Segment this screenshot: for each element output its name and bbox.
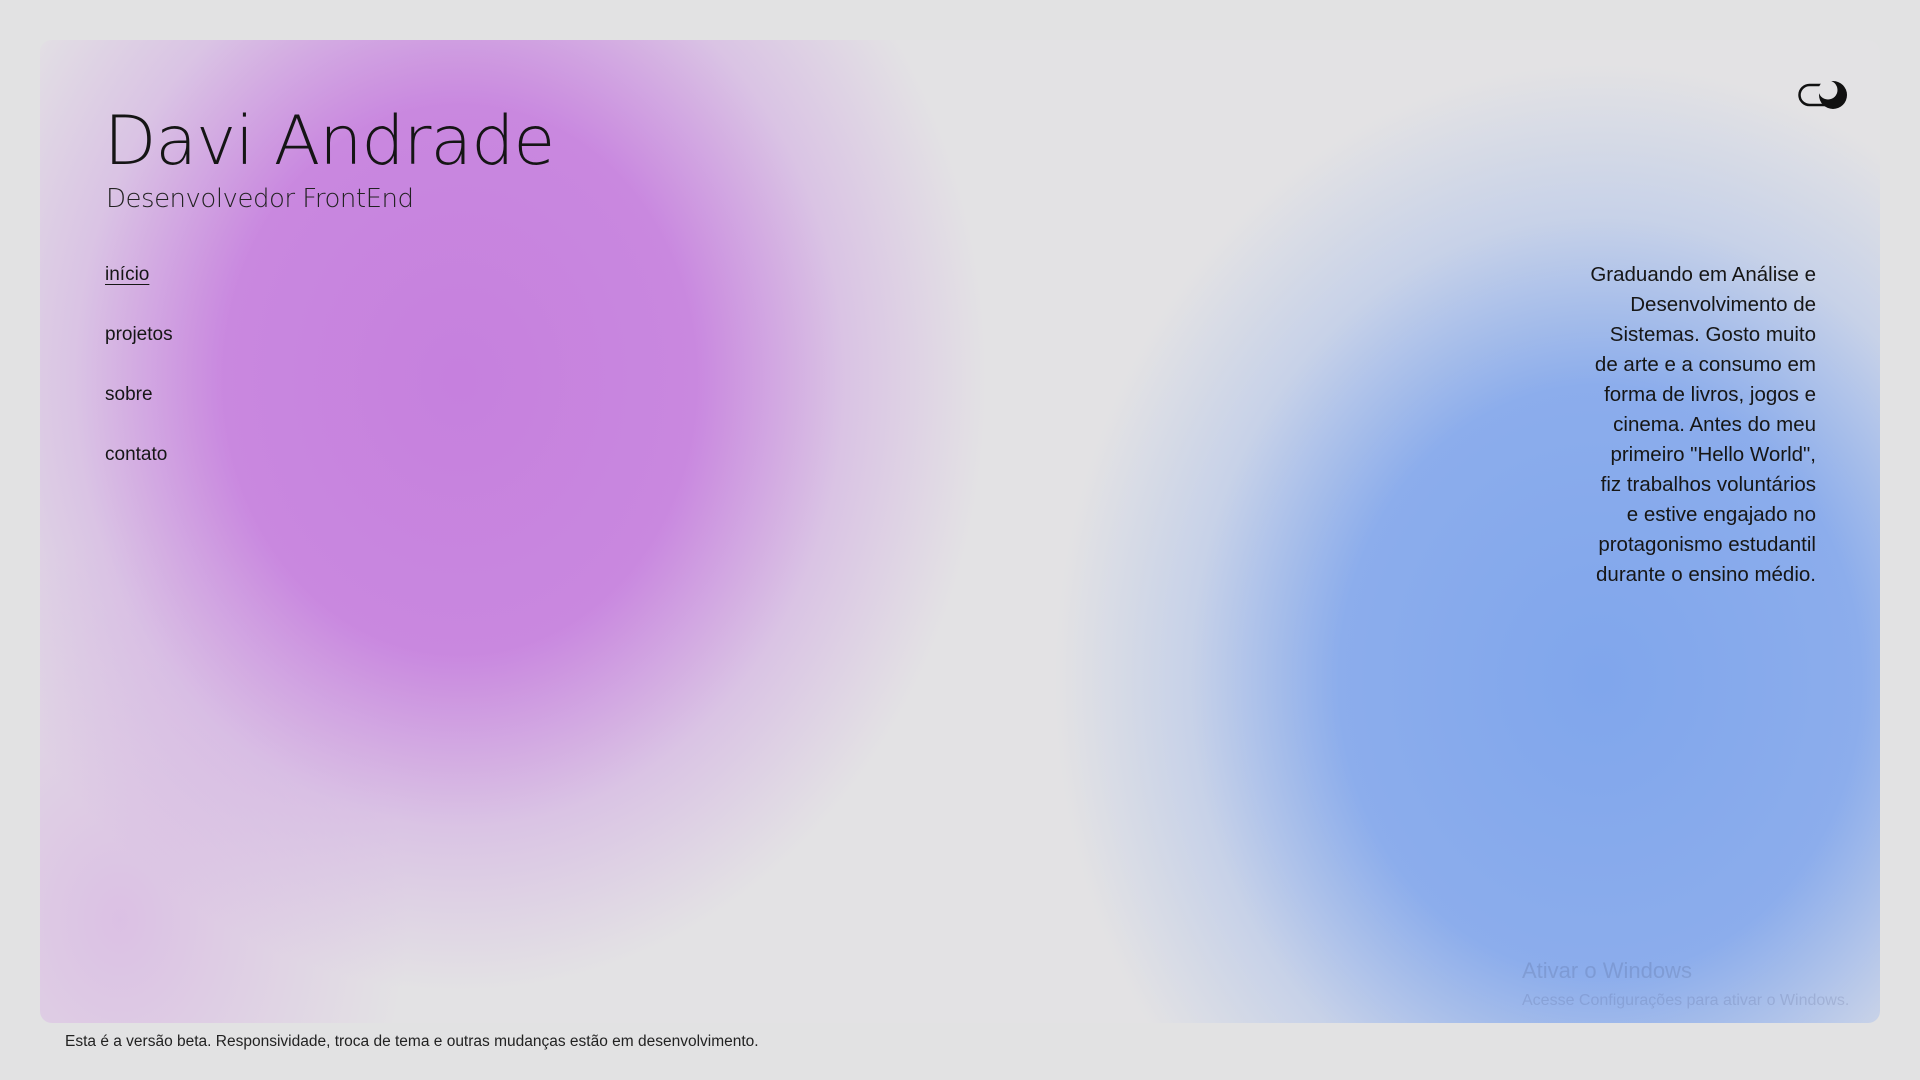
role-subtitle: Desenvolvedor FrontEnd [106, 184, 414, 214]
page-title: Davi Andrade [104, 102, 555, 181]
page: Davi Andrade Desenvolvedor FrontEnd iníc… [0, 0, 1920, 1080]
moon-toggle-icon [1798, 80, 1847, 109]
windows-activation-title: Ativar o Windows [1522, 958, 1692, 983]
nav-item-sobre[interactable]: sobre [105, 384, 173, 444]
theme-toggle-button[interactable] [1798, 80, 1850, 110]
nav-item-inicio[interactable]: início [105, 264, 173, 324]
main-nav: início projetos sobre contato [105, 264, 173, 504]
nav-item-contato[interactable]: contato [105, 444, 173, 504]
windows-activation-subtitle: Acesse Configurações para ativar o Windo… [1522, 992, 1850, 1009]
beta-notice: Esta é a versão beta. Responsividade, tr… [65, 1033, 759, 1050]
nav-item-projetos[interactable]: projetos [105, 324, 173, 384]
bio-text: Graduando em Análise e Desenvolvimento d… [1590, 263, 1816, 586]
hero-card: Davi Andrade Desenvolvedor FrontEnd iníc… [40, 40, 1880, 1023]
